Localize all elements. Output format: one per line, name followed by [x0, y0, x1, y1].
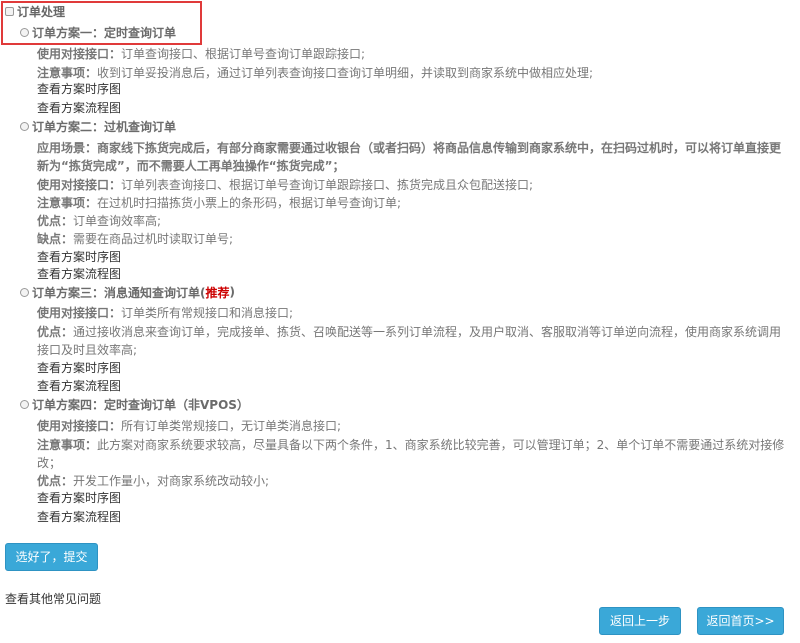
option-2-radio[interactable]: 订单方案二：过机查询订单: [20, 118, 176, 134]
checkbox-icon[interactable]: [5, 6, 14, 16]
option-2-sequence-link[interactable]: 查看方案时序图: [37, 248, 121, 266]
order-processing-checkbox[interactable]: 订单处理: [5, 3, 65, 19]
option-2-scenario: 应用场景：商家线下拣货完成后，有部分商家需要通过收银台（或者扫码）将商品信息传输…: [37, 141, 782, 173]
home-button[interactable]: 返回首页>>: [697, 607, 784, 635]
option-1-flow-link[interactable]: 查看方案流程图: [37, 99, 121, 117]
option-2-cons: 缺点：需要在商品过机时读取订单号;: [37, 232, 234, 246]
recommend-label: 推荐: [205, 285, 230, 300]
option-4-title: 订单方案四：定时查询订单（非VPOS）: [32, 397, 249, 412]
option-3-pros: 优点：通过接收消息来查询订单，完成接单、拣货、召唤配送等一系列订单流程，及用户取…: [37, 325, 782, 357]
option-2-interfaces: 使用对接接口：订单列表查询接口、根据订单号查询订单跟踪接口、拣货完成且众包配送接…: [37, 178, 534, 192]
option-4-radio[interactable]: 订单方案四：定时查询订单（非VPOS）: [20, 396, 249, 412]
option-3-flow-link[interactable]: 查看方案流程图: [37, 377, 121, 395]
option-4-flow-link[interactable]: 查看方案流程图: [37, 508, 121, 526]
back-button[interactable]: 返回上一步: [599, 607, 681, 635]
faq-link[interactable]: 查看其他常见问题: [5, 590, 101, 607]
option-4-notes: 注意事项：此方案对商家系统要求较高，尽量具备以下两个条件，1、商家系统比较完善，…: [37, 438, 785, 470]
option-1-interfaces: 使用对接接口：订单查询接口、根据订单号查询订单跟踪接口;: [37, 47, 366, 61]
option-4-interfaces: 使用对接接口：所有订单类常规接口，无订单类消息接口;: [37, 419, 342, 433]
option-3-interfaces: 使用对接接口：订单类所有常规接口和消息接口;: [37, 306, 294, 320]
option-3-radio[interactable]: 订单方案三：消息通知查询订单(推荐): [20, 284, 235, 300]
radio-icon[interactable]: [20, 27, 29, 37]
submit-button[interactable]: 选好了，提交: [5, 543, 98, 571]
option-2-pros: 优点：订单查询效率高;: [37, 214, 162, 228]
option-3-title: 订单方案三：消息通知查询订单(: [32, 285, 206, 300]
radio-icon[interactable]: [20, 399, 29, 409]
option-4-pros: 优点：开发工作量小，对商家系统改动较小;: [37, 474, 270, 488]
root-label: 订单处理: [17, 4, 66, 19]
option-2-title: 订单方案二：过机查询订单: [32, 119, 177, 134]
option-3-sequence-link[interactable]: 查看方案时序图: [37, 359, 121, 377]
option-1-title: 订单方案一：定时查询订单: [32, 25, 177, 40]
option-1-sequence-link[interactable]: 查看方案时序图: [37, 80, 121, 98]
option-2-flow-link[interactable]: 查看方案流程图: [37, 265, 121, 283]
option-4-sequence-link[interactable]: 查看方案时序图: [37, 489, 121, 507]
radio-icon[interactable]: [20, 287, 29, 297]
option-2-notes: 注意事项：在过机时扫描拣货小票上的条形码，根据订单号查询订单;: [37, 196, 402, 210]
radio-icon[interactable]: [20, 121, 29, 131]
option-1-radio[interactable]: 订单方案一：定时查询订单: [20, 24, 176, 40]
